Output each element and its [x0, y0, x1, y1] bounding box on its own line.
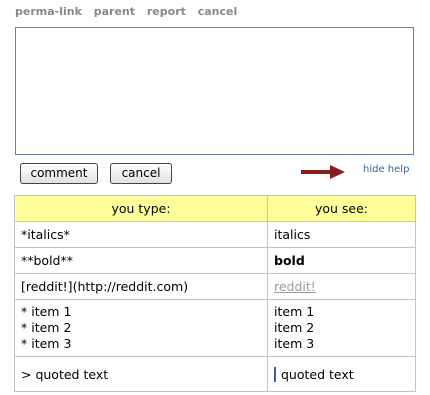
- help-row-italics: *italics* italics: [14, 221, 416, 248]
- help-header-row: you type: you see:: [14, 195, 416, 222]
- report-link[interactable]: report: [147, 5, 186, 18]
- comment-textarea[interactable]: [15, 27, 414, 155]
- header-you-see: you see:: [267, 195, 416, 222]
- cancel-link[interactable]: cancel: [198, 5, 238, 18]
- type-list-item: * item 3: [21, 336, 72, 351]
- type-bold: **bold**: [14, 247, 268, 274]
- type-quote: > quoted text: [14, 356, 268, 392]
- type-list-item: * item 1: [21, 304, 72, 319]
- comment-links: perma-link parent report cancel: [15, 5, 245, 18]
- header-you-type: you type:: [14, 195, 268, 222]
- comment-button[interactable]: comment: [20, 163, 98, 184]
- see-quote: quoted text: [274, 366, 354, 382]
- see-link[interactable]: reddit!: [274, 279, 316, 294]
- see-link-cell: reddit!: [267, 273, 416, 300]
- formatting-help-table: you type: you see: *italics* italics **b…: [14, 195, 416, 392]
- see-list-item: item 1: [274, 304, 315, 319]
- help-row-bold: **bold** bold: [14, 247, 416, 274]
- see-list-item: item 2: [274, 320, 315, 335]
- type-link: [reddit!](http://reddit.com): [14, 273, 268, 300]
- help-row-link: [reddit!](http://reddit.com) reddit!: [14, 273, 416, 300]
- see-list-item: item 3: [274, 336, 315, 351]
- hide-help-link[interactable]: hide help: [363, 164, 409, 175]
- type-list: * item 1 * item 2 * item 3: [14, 299, 268, 357]
- perma-link[interactable]: perma-link: [15, 5, 82, 18]
- see-list: item 1 item 2 item 3: [267, 299, 416, 357]
- type-italics: *italics*: [14, 221, 268, 248]
- see-italics: italics: [267, 221, 416, 248]
- cancel-button[interactable]: cancel: [110, 163, 172, 184]
- help-row-quote: > quoted text quoted text: [14, 356, 416, 392]
- see-quote-cell: quoted text: [267, 356, 416, 392]
- help-row-list: * item 1 * item 2 * item 3 item 1 item 2…: [14, 299, 416, 357]
- see-bold: bold: [267, 247, 416, 274]
- parent-link[interactable]: parent: [94, 5, 135, 18]
- arrow-right-icon: [301, 165, 345, 179]
- type-list-item: * item 2: [21, 320, 72, 335]
